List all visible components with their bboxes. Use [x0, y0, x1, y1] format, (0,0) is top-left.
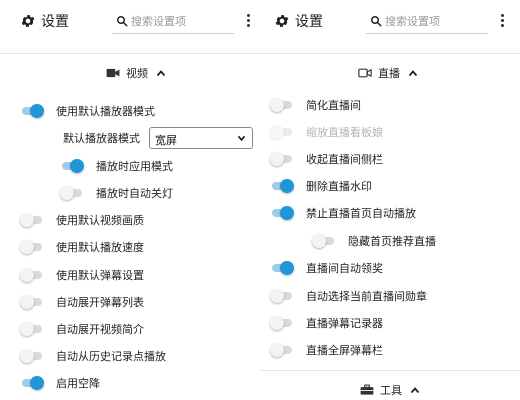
setting-row-simplify-live-room[interactable]: 简化直播间: [270, 94, 361, 116]
setting-label: 使用默认视频画质: [56, 214, 144, 227]
toggle-switch[interactable]: [60, 182, 82, 204]
setting-label: 自动从历史记录点播放: [56, 350, 166, 363]
setting-label: 启用空降: [56, 377, 100, 390]
gear-icon: [275, 15, 289, 27]
search-input[interactable]: [131, 11, 235, 31]
setting-row-player-mode-select: 默认播放器模式 宽屏: [63, 127, 253, 149]
chevron-up-icon: [408, 70, 418, 77]
toggle-switch[interactable]: [270, 148, 292, 170]
setting-row-apply-mode-on-play[interactable]: 播放时应用模式: [62, 155, 173, 177]
setting-row-default-speed[interactable]: 使用默认播放速度: [20, 236, 144, 258]
toggle-switch[interactable]: [20, 345, 42, 367]
setting-row-disable-autoplay[interactable]: 禁止直播首页自动播放: [272, 202, 416, 224]
setting-label: 自动展开视频简介: [56, 323, 144, 336]
select-label: 默认播放器模式: [63, 132, 140, 145]
toggle-switch: [270, 121, 292, 143]
more-options-icon[interactable]: [500, 14, 504, 28]
setting-row-auto-lights-off[interactable]: 播放时自动关灯: [60, 182, 173, 204]
setting-row-hide-recommended[interactable]: 隐藏首页推荐直播: [312, 230, 436, 252]
page-title: 设置: [41, 14, 69, 30]
setting-row-collapse-sidebar[interactable]: 收起直播间侧栏: [270, 148, 383, 170]
setting-row-default-quality[interactable]: 使用默认视频画质: [20, 209, 144, 231]
setting-row-default-danmaku[interactable]: 使用默认弹幕设置: [20, 264, 144, 286]
setting-row-default-player-mode[interactable]: 使用默认播放器模式: [22, 100, 155, 122]
live-camera-icon: [358, 68, 372, 78]
chevron-up-icon: [156, 70, 166, 77]
settings-panel-left: 设置 视频 使用默认播放器模式 默认播放器模式 宽屏 播放时应用模式 播放时自动…: [0, 0, 260, 400]
search-input[interactable]: [385, 11, 489, 31]
setting-row-danmaku-recorder[interactable]: 直播弹幕记录器: [270, 312, 383, 334]
toggle-switch[interactable]: [62, 155, 84, 177]
setting-label: 隐藏首页推荐直播: [348, 235, 436, 248]
section-header-tools[interactable]: 工具: [260, 370, 520, 400]
toggle-switch[interactable]: [22, 100, 44, 122]
setting-row-expand-danmaku-list[interactable]: 自动展开弹幕列表: [20, 291, 144, 313]
setting-row-airdrop[interactable]: 启用空降: [22, 372, 100, 394]
setting-label: 直播间自动领奖: [306, 262, 383, 275]
setting-row-auto-claim[interactable]: 直播间自动领奖: [272, 257, 383, 279]
section-header-video[interactable]: 视频: [0, 53, 260, 91]
more-options-icon[interactable]: [246, 14, 250, 28]
setting-row-scale-live-mascot: 缩放直播看板娘: [270, 121, 383, 143]
chevron-up-icon: [410, 387, 420, 394]
setting-label: 播放时自动关灯: [96, 187, 173, 200]
toolbox-icon: [360, 384, 374, 395]
section-title-tools: 工具: [380, 384, 402, 397]
setting-row-remove-watermark[interactable]: 删除直播水印: [272, 175, 372, 197]
player-mode-select[interactable]: 宽屏: [149, 127, 253, 149]
setting-label: 直播全屏弹幕栏: [306, 344, 383, 357]
section-title-live: 直播: [378, 67, 400, 80]
search-underline: [112, 33, 234, 34]
search-icon: [371, 16, 382, 27]
setting-row-expand-description[interactable]: 自动展开视频简介: [20, 318, 144, 340]
toggle-switch[interactable]: [312, 230, 334, 252]
setting-row-fullscreen-danmaku-bar[interactable]: 直播全屏弹幕栏: [270, 339, 383, 361]
setting-row-resume-history[interactable]: 自动从历史记录点播放: [20, 345, 166, 367]
section-header-live[interactable]: 直播: [260, 53, 520, 91]
setting-label: 缩放直播看板娘: [306, 126, 383, 139]
setting-label: 使用默认播放速度: [56, 241, 144, 254]
toggle-switch[interactable]: [20, 264, 42, 286]
setting-label: 收起直播间侧栏: [306, 153, 383, 166]
setting-label: 删除直播水印: [306, 180, 372, 193]
toggle-switch[interactable]: [20, 236, 42, 258]
toggle-switch[interactable]: [270, 339, 292, 361]
setting-label: 禁止直播首页自动播放: [306, 207, 416, 220]
toggle-switch[interactable]: [270, 285, 292, 307]
gear-icon: [21, 15, 35, 27]
search-icon: [117, 16, 128, 27]
select-value: 宽屏: [155, 134, 177, 147]
setting-label: 简化直播间: [306, 99, 361, 112]
setting-label: 直播弹幕记录器: [306, 317, 383, 330]
toggle-switch[interactable]: [270, 312, 292, 334]
settings-panel-right: 设置 直播 简化直播间 缩放直播看板娘 收起直播间侧栏 删除直播水印 禁止直播首…: [260, 0, 520, 400]
toggle-switch[interactable]: [20, 209, 42, 231]
setting-label: 使用默认弹幕设置: [56, 269, 144, 282]
toggle-switch[interactable]: [22, 372, 44, 394]
video-camera-icon: [106, 68, 120, 78]
search-underline: [366, 33, 488, 34]
toggle-switch[interactable]: [272, 175, 294, 197]
setting-label: 自动选择当前直播间勋章: [306, 290, 427, 303]
setting-row-auto-medal[interactable]: 自动选择当前直播间勋章: [270, 285, 427, 307]
chevron-down-icon: [237, 135, 246, 142]
toggle-switch[interactable]: [272, 257, 294, 279]
toggle-switch[interactable]: [20, 318, 42, 340]
setting-label: 自动展开弹幕列表: [56, 296, 144, 309]
page-title: 设置: [295, 14, 323, 30]
toggle-switch[interactable]: [272, 202, 294, 224]
section-title-video: 视频: [126, 67, 148, 80]
settings-header: 设置: [0, 0, 260, 44]
toggle-switch[interactable]: [270, 94, 292, 116]
toggle-switch[interactable]: [20, 291, 42, 313]
setting-label: 播放时应用模式: [96, 160, 173, 173]
settings-header: 设置: [260, 0, 520, 44]
setting-label: 使用默认播放器模式: [56, 105, 155, 118]
